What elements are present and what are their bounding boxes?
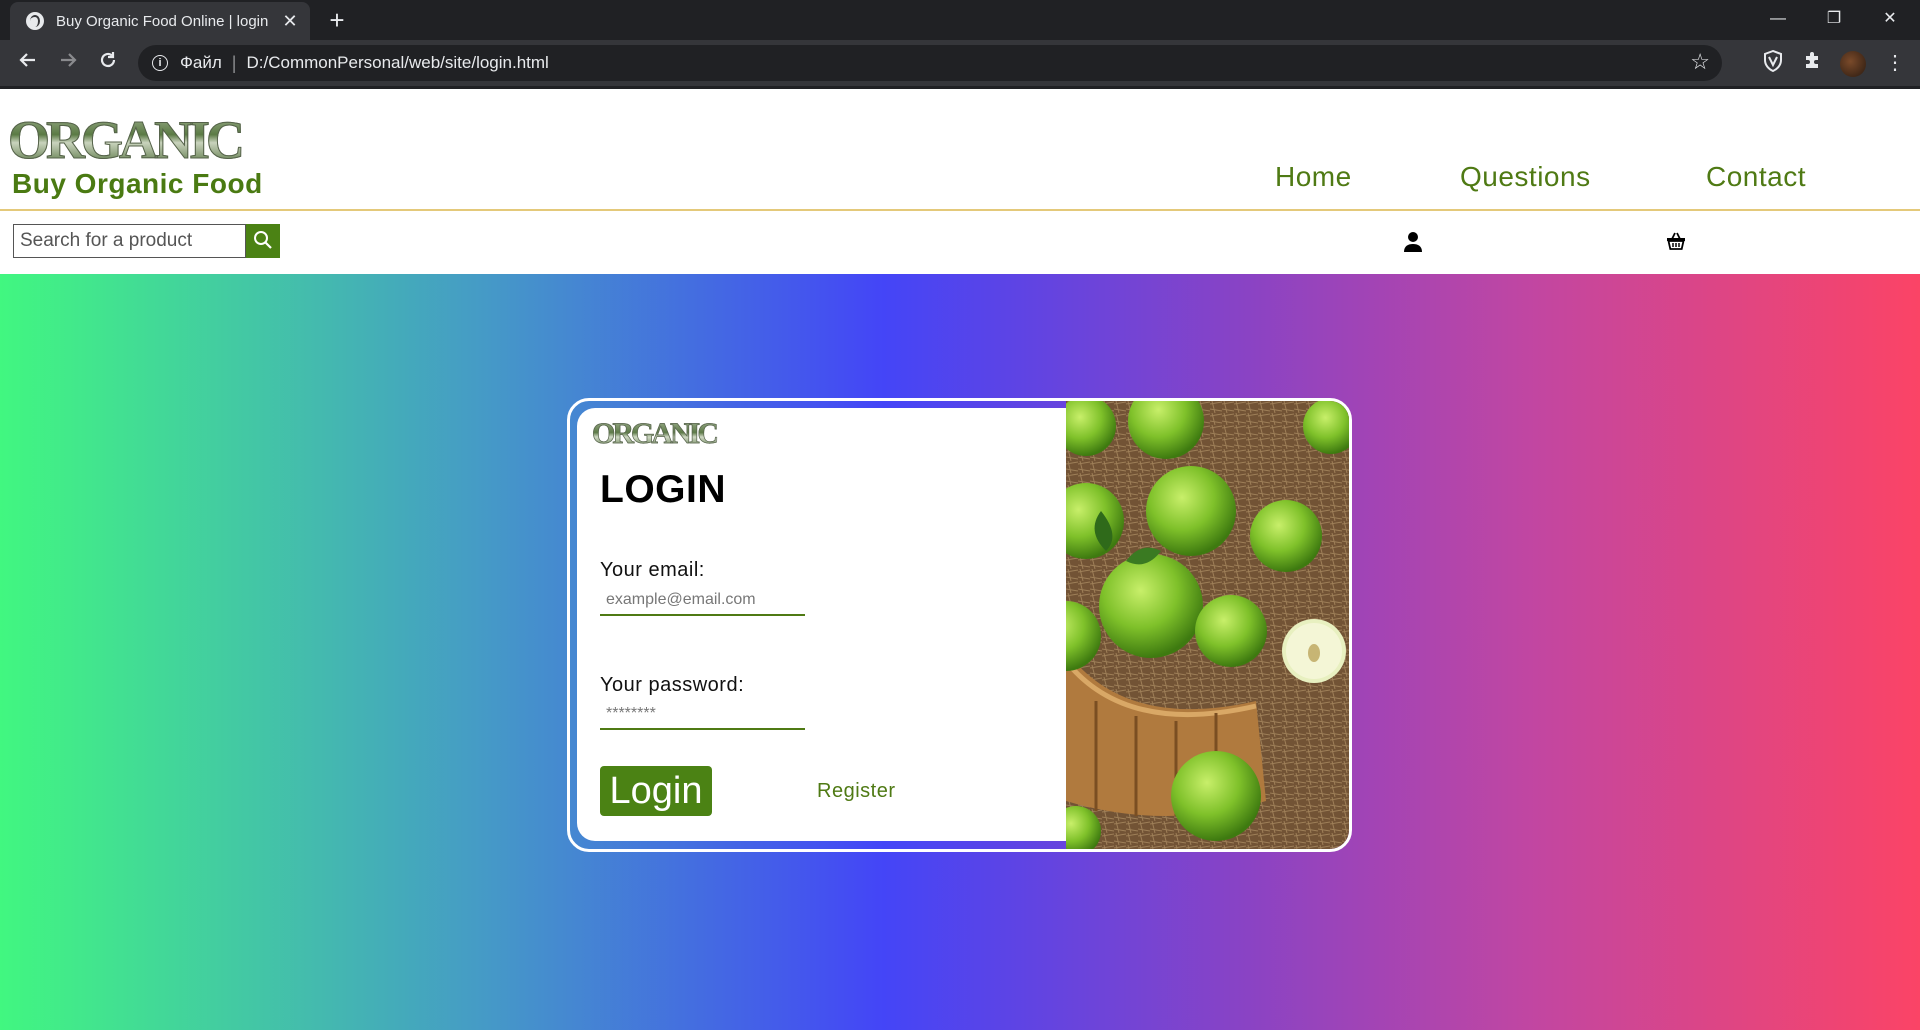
basket-icon[interactable] [1666, 231, 1686, 256]
reload-icon[interactable] [92, 48, 124, 80]
shield-extension-icon[interactable] [1760, 49, 1786, 76]
forward-arrow-icon[interactable] [52, 48, 84, 80]
tab-close-icon[interactable]: ✕ [280, 11, 300, 32]
browser-toolbar: i Файл | D:/CommonPersonal/web/site/logi… [0, 40, 1920, 86]
login-form-panel: ORGANIC LOGIN Your email: Your password:… [577, 408, 1066, 841]
nav-contact[interactable]: Contact [1706, 161, 1806, 193]
browser-tab-active[interactable]: Buy Organic Food Online | login ✕ [10, 2, 310, 40]
tab-title: Buy Organic Food Online | login [56, 12, 269, 30]
password-label: Your password: [600, 674, 745, 696]
site-logo[interactable]: ORGANIC [7, 113, 245, 168]
email-label: Your email: [600, 559, 705, 581]
address-separator: | [231, 52, 237, 73]
nav-questions[interactable]: Questions [1460, 161, 1591, 193]
profile-avatar[interactable] [1840, 51, 1866, 77]
close-window-button[interactable]: ✕ [1862, 0, 1918, 38]
address-bar[interactable]: i Файл | D:/CommonPersonal/web/site/logi… [138, 45, 1722, 81]
globe-icon [26, 12, 44, 30]
back-arrow-icon[interactable] [12, 48, 44, 80]
site-tagline: Buy Organic Food [12, 168, 263, 199]
address-scheme: Файл [180, 53, 222, 72]
puzzle-extensions-icon[interactable] [1800, 50, 1826, 76]
register-link[interactable]: Register [817, 780, 895, 803]
login-button[interactable]: Login [600, 766, 712, 816]
user-icon[interactable] [1403, 231, 1423, 258]
login-title: LOGIN [600, 468, 726, 511]
search-button[interactable] [246, 224, 280, 258]
login-card: ORGANIC LOGIN Your email: Your password:… [567, 398, 1352, 852]
menu-kebab-icon[interactable]: ⋮ [1882, 50, 1908, 76]
restore-button[interactable]: ❐ [1806, 0, 1862, 38]
green-apples-photo [1066, 401, 1349, 849]
browser-tab-bar: Buy Organic Food Online | login ✕ + — ❐ … [0, 0, 1920, 40]
search-toolbar [0, 211, 1920, 274]
new-tab-button[interactable]: + [322, 6, 352, 36]
info-icon[interactable]: i [152, 55, 168, 71]
site-header: ORGANIC Buy Organic Food Home Questions … [0, 89, 1920, 209]
card-logo: ORGANIC [592, 417, 720, 450]
page: ORGANIC Buy Organic Food Home Questions … [0, 89, 1920, 1030]
minimize-button[interactable]: — [1750, 0, 1806, 38]
search-icon [254, 231, 272, 249]
address-url[interactable]: D:/CommonPersonal/web/site/login.html [246, 53, 548, 73]
bookmark-star-icon[interactable]: ☆ [1690, 49, 1710, 75]
password-field[interactable] [600, 700, 805, 730]
nav-home[interactable]: Home [1275, 161, 1352, 193]
email-field[interactable] [600, 586, 805, 616]
hero-gradient: ORGANIC LOGIN Your email: Your password:… [0, 274, 1920, 1030]
search-input[interactable] [13, 224, 246, 258]
